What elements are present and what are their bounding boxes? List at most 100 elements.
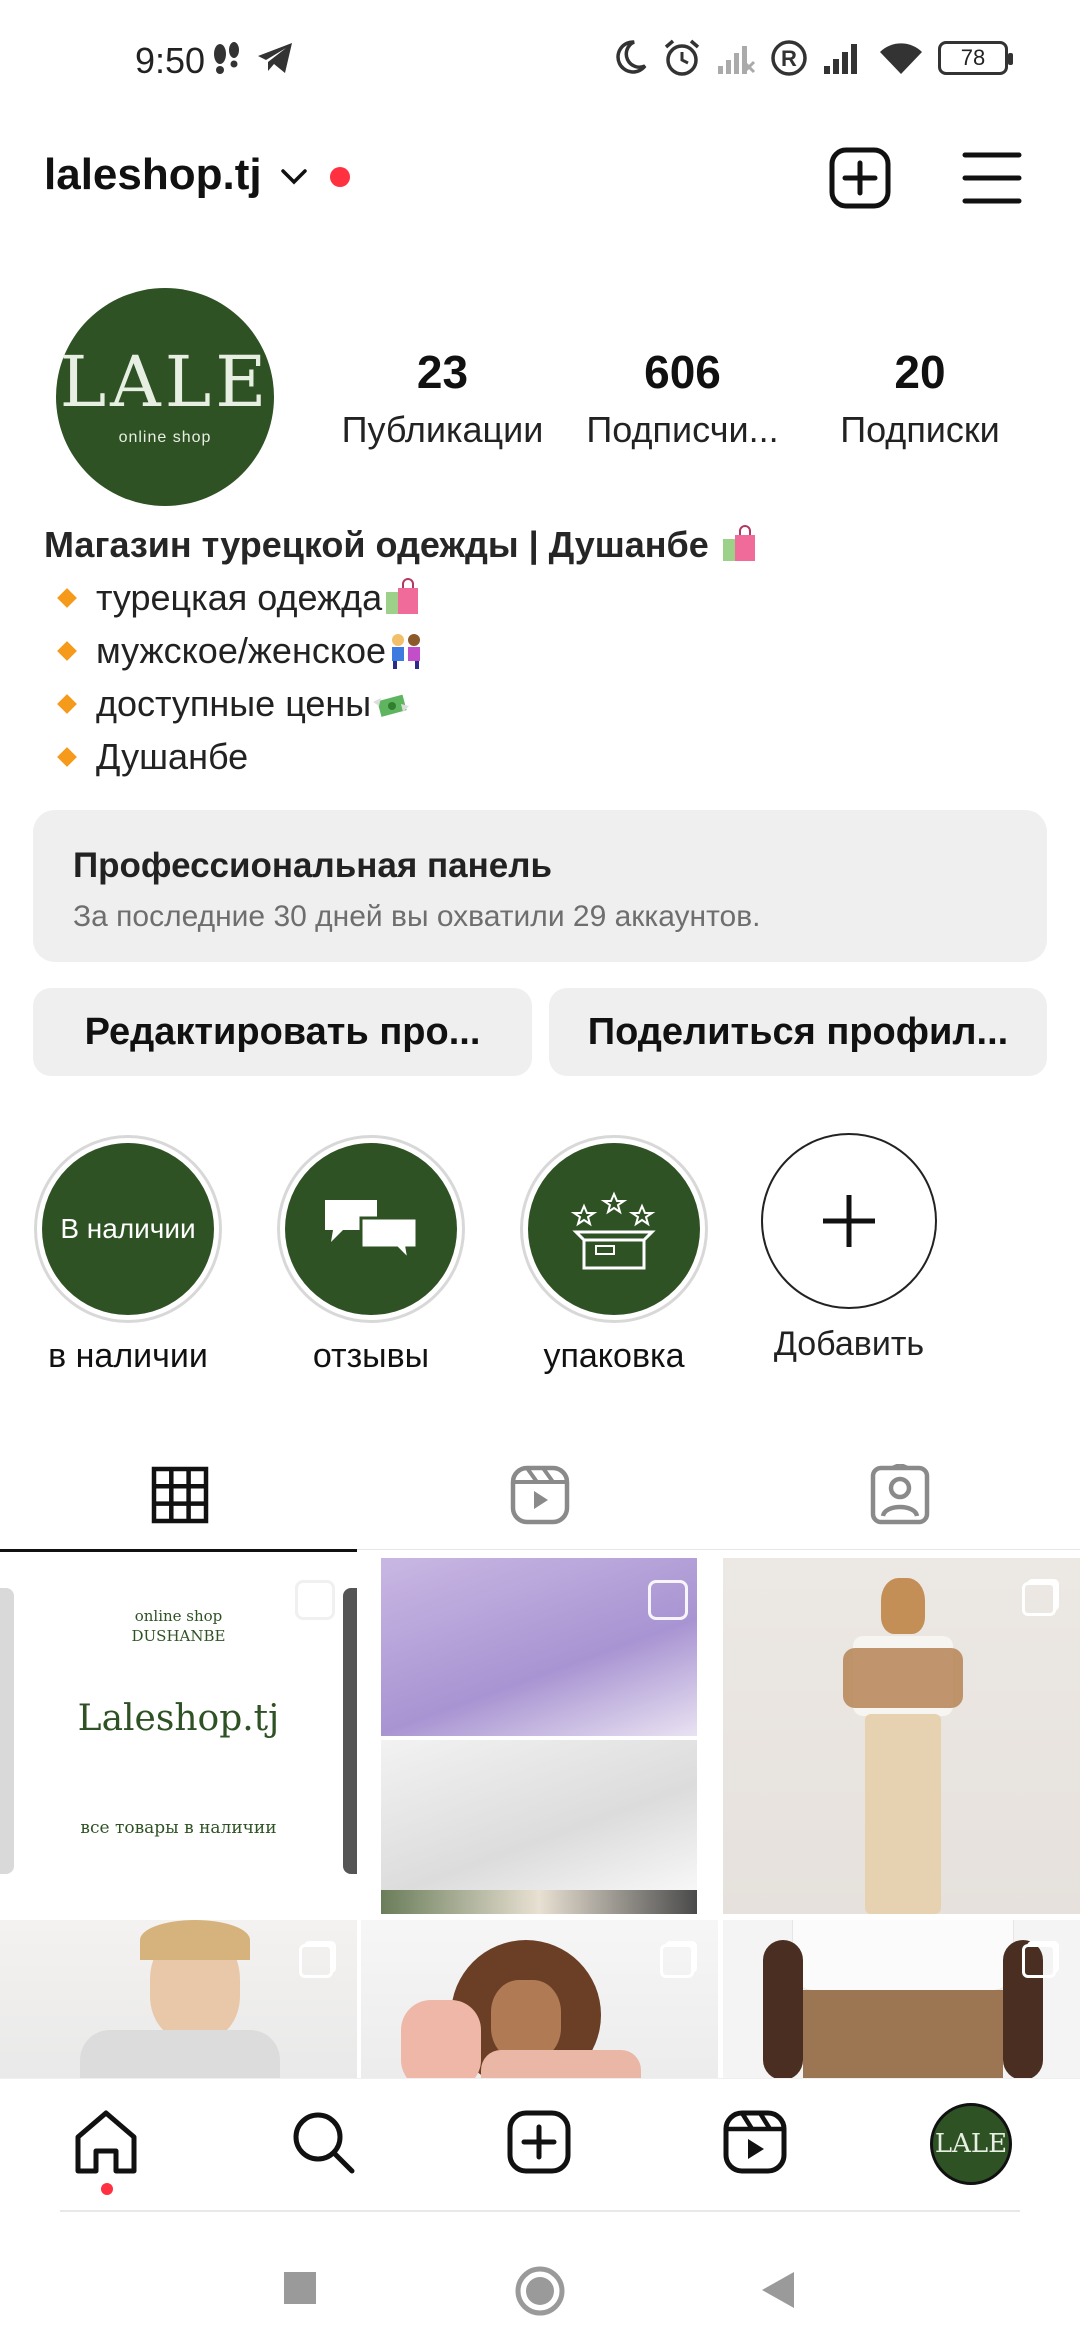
create-post-icon[interactable] xyxy=(828,146,892,210)
nav-profile[interactable]: LALE xyxy=(930,2103,1012,2185)
highlight-cover xyxy=(528,1143,700,1315)
diamond-bullet-icon xyxy=(57,587,77,608)
post-thumbnail[interactable] xyxy=(723,1558,1080,1914)
highlight-ring xyxy=(277,1135,465,1323)
footsteps-icon xyxy=(214,42,239,74)
diamond-bullet-icon xyxy=(57,746,77,767)
highlight-label: Добавить xyxy=(773,1325,925,1363)
nav-reels[interactable] xyxy=(722,2109,788,2180)
post-image-strip xyxy=(381,1890,697,1914)
active-tab-indicator xyxy=(0,1549,357,1552)
plus-icon xyxy=(823,1195,875,1247)
reel-badge-icon xyxy=(295,1580,335,1620)
stat-following[interactable]: 20 Подписки xyxy=(800,345,1040,451)
brown-trousers xyxy=(803,1990,1003,2078)
grid-icon xyxy=(151,1466,209,1524)
stat-followers[interactable]: 606 Подписчи... xyxy=(565,345,800,451)
carousel-badge-icon xyxy=(1022,1582,1056,1616)
nav-search[interactable] xyxy=(290,2109,358,2180)
highlight-cover: В наличии xyxy=(42,1143,214,1315)
highlight-add[interactable]: Добавить xyxy=(754,1133,944,1364)
status-right-icons: R 78 xyxy=(612,38,1013,78)
highlight-ring xyxy=(520,1135,708,1323)
menu-icon[interactable] xyxy=(962,150,1022,206)
highlight-label: упаковка xyxy=(543,1337,685,1375)
stat-posts[interactable]: 23 Публикации xyxy=(320,345,565,451)
white-shirt xyxy=(793,1920,1013,1990)
stat-following-label: Подписки xyxy=(840,409,1000,450)
model-figure xyxy=(843,1578,963,1914)
nav-create[interactable] xyxy=(506,2109,572,2180)
tab-tagged[interactable] xyxy=(720,1440,1080,1550)
diamond-bullet-icon xyxy=(57,693,77,714)
notification-dot xyxy=(330,167,350,187)
telegram-icon xyxy=(258,43,292,73)
shopping-bags-icon xyxy=(722,524,755,561)
nav-home[interactable] xyxy=(72,2109,140,2180)
stat-following-value: 20 xyxy=(894,346,946,398)
tab-grid[interactable] xyxy=(0,1440,360,1550)
system-back-icon[interactable] xyxy=(760,2270,796,2310)
bio-line-2: мужское/женское xyxy=(96,630,387,671)
bio-line-3: доступные цены xyxy=(96,683,372,724)
stat-followers-label: Подписчи... xyxy=(586,409,779,450)
share-profile-button[interactable]: Поделиться профил... xyxy=(549,988,1047,1076)
highlight-packaging[interactable]: упаковка xyxy=(519,1135,709,1376)
highlight-cover-text: В наличии xyxy=(60,1213,196,1244)
highlight-ring: В наличии xyxy=(34,1135,222,1323)
professional-dashboard[interactable]: Профессиональная панель За последние 30 … xyxy=(33,810,1047,962)
svg-text:R: R xyxy=(781,46,797,71)
profile-tabs xyxy=(0,1440,1080,1550)
shopping-bags-icon xyxy=(386,577,419,614)
chat-bubbles-icon xyxy=(325,1200,419,1264)
panel-subtitle: За последние 30 дней вы охватили 29 акка… xyxy=(73,900,761,933)
post-footer: все товары в наличии xyxy=(80,1818,277,1838)
tab-reels[interactable] xyxy=(360,1440,720,1550)
create-icon xyxy=(507,2110,571,2174)
battery-indicator: 78 xyxy=(938,41,1013,75)
nav-divider xyxy=(60,2210,1020,2212)
status-time: 9:50 xyxy=(135,40,206,81)
model-face xyxy=(491,1980,561,2060)
status-bar: 9:50 R 78 xyxy=(0,0,1080,125)
bio-title: Магазин турецкой одежды | Душанбе xyxy=(44,524,709,565)
post-thumbnail[interactable] xyxy=(0,1920,357,2078)
highlight-reviews[interactable]: отзывы xyxy=(276,1135,466,1376)
reels-icon xyxy=(723,2110,787,2174)
pink-hoodie xyxy=(401,2000,481,2078)
system-home-icon[interactable] xyxy=(514,2265,566,2317)
posts-grid: online shop DUSHANBE Laleshop.tj все тов… xyxy=(0,1558,1080,2078)
carousel-badge-icon xyxy=(660,1944,694,1978)
tagged-person-icon xyxy=(870,1464,930,1525)
avatar-logo-text: LALE xyxy=(59,341,271,423)
stat-posts-value: 23 xyxy=(416,346,469,398)
search-icon xyxy=(293,2112,355,2174)
account-switcher-username[interactable]: laleshop.tj xyxy=(44,150,262,200)
panel-title: Профессиональная панель xyxy=(73,846,552,885)
profile-avatar[interactable]: LALE online shop xyxy=(56,288,274,506)
home-icon xyxy=(75,2110,137,2174)
post-thumbnail[interactable]: online shop DUSHANBE Laleshop.tj все тов… xyxy=(0,1558,357,1914)
post-thumbnail[interactable] xyxy=(361,1920,718,2078)
highlight-label: в наличии xyxy=(48,1337,208,1375)
post-thumbnail[interactable] xyxy=(723,1920,1080,2078)
highlight-in-stock[interactable]: В наличии в наличии xyxy=(33,1135,223,1376)
bio-line-4: Душанбе xyxy=(96,736,249,777)
chevron-down-icon[interactable] xyxy=(278,160,310,192)
model-arm xyxy=(763,1940,803,2078)
post-title: Laleshop.tj xyxy=(77,1698,280,1739)
edit-profile-button[interactable]: Редактировать про... xyxy=(33,988,532,1076)
recent-apps-icon[interactable] xyxy=(282,2270,318,2306)
post-thumbnail[interactable] xyxy=(361,1558,718,1914)
highlight-label: отзывы xyxy=(312,1337,430,1375)
money-wings-icon xyxy=(373,694,410,717)
diamond-bullet-icon xyxy=(57,640,77,661)
battery-level: 78 xyxy=(960,45,986,70)
bio-line-1: турецкая одежда xyxy=(96,577,383,618)
profile-avatar-small: LALE xyxy=(930,2103,1012,2185)
stat-followers-value: 606 xyxy=(644,346,721,398)
status-left-icons xyxy=(210,40,294,76)
add-highlight-circle[interactable] xyxy=(761,1133,937,1309)
couple-icon xyxy=(392,633,421,669)
carousel-badge-icon xyxy=(1022,1944,1056,1978)
